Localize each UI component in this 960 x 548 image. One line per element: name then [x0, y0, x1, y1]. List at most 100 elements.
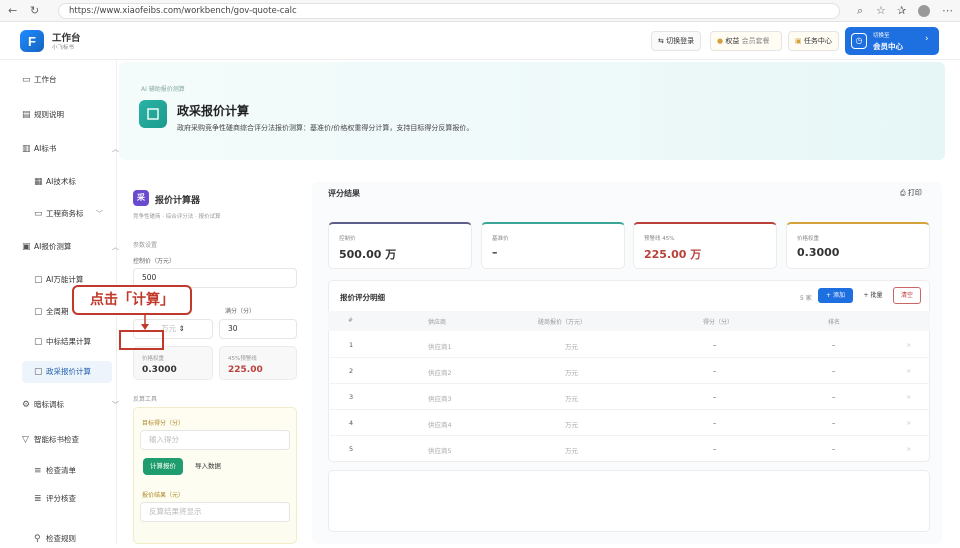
table-row: 3 供应商3 万元 – – ×	[328, 384, 930, 410]
task-center-button[interactable]: ▣ 任务中心	[788, 31, 839, 51]
url-text: https://www.xiaofeibs.com/workbench/gov-…	[69, 6, 297, 16]
supplier-count: 5 家	[800, 295, 812, 302]
table-row: 1 供应商1 万元 – – ×	[328, 332, 930, 358]
profile-avatar[interactable]	[918, 5, 930, 17]
doc-icon: ▤	[22, 110, 31, 120]
delete-icon[interactable]: ×	[906, 419, 911, 427]
svg-text:F: F	[28, 34, 36, 49]
annotation-highlight-box	[119, 330, 164, 350]
price-input[interactable]: 万元	[565, 367, 578, 377]
col-header-score: 得分（分）	[703, 319, 734, 326]
sidebar-item-engineering[interactable]: ▭ 工程商务标 ﹀	[34, 205, 117, 223]
sidebar-item-rules[interactable]: ▤ 规则说明	[22, 106, 64, 124]
stat-value: 225.00 万	[644, 248, 702, 261]
chevron-right-icon: ›	[925, 34, 929, 44]
sidebar-item-workbench[interactable]: ▭ 工作台	[22, 71, 57, 89]
stat-card-warn: 预警线 45% 225.00 万	[633, 222, 777, 269]
list-icon: ≡	[34, 466, 42, 476]
warn-value: 225.00	[228, 365, 263, 375]
col-header-rank: 排名	[828, 319, 841, 326]
calc-subtitle: 竞争性磋商 · 综合评分法 · 报价试算	[133, 214, 221, 220]
favorites-icon[interactable]: ✰	[897, 4, 906, 17]
sidebar-item-gov-quote[interactable]: ▢ 政采报价计算	[22, 361, 112, 383]
col-header-price: 磋商报价（万元）	[538, 319, 587, 326]
file-icon: ▥	[22, 144, 31, 154]
target-score-input[interactable]: 输入得分	[140, 430, 290, 450]
task-icon: ▣	[795, 37, 802, 45]
sidebar-item-score-check[interactable]: ≣ 评分核查	[34, 490, 76, 508]
gear-icon: ⚙	[22, 400, 31, 410]
delete-icon[interactable]: ×	[906, 393, 911, 401]
chart-card	[328, 470, 930, 532]
sidebar-item-check-rules[interactable]: ⚲ 检查规则	[34, 530, 76, 548]
compute-quote-button[interactable]: 计算报价	[143, 458, 183, 475]
square-icon: ▢	[34, 367, 43, 377]
annotation-arrow-icon	[140, 315, 150, 330]
stat-value: 500.00 万	[339, 248, 397, 261]
table-title: 报价评分明细	[340, 293, 385, 302]
stat-card-weight: 价格权重 0.3000	[786, 222, 930, 269]
perm-button[interactable]: ● 权益 会员套餐	[710, 31, 782, 51]
table-row: 5 供应商5 万元 – – ×	[349, 445, 912, 455]
sidebar-item-ai-tech[interactable]: ▦ AI技术标	[34, 173, 76, 191]
hero-description: 政府采购竞争性磋商综合评分法报价测算：基准价/价格权重得分计算，支持目标得分反算…	[177, 124, 474, 132]
monitor-icon: ▭	[22, 75, 31, 85]
import-data-button[interactable]: 导入数据	[188, 458, 228, 475]
sidebar-item-dark-bid[interactable]: ⚙ 暗标调标 ﹀	[22, 396, 119, 414]
switch-icon: ⇆	[658, 37, 664, 45]
sidebar-item-lifecycle[interactable]: ▢ 全周期	[34, 303, 69, 321]
star-icon[interactable]: ☆	[876, 4, 886, 17]
reverse-title: 反算工具	[133, 396, 158, 403]
chevron-up-icon: ︿	[112, 243, 119, 251]
pin-icon: ⚲	[34, 534, 41, 544]
member-icon: ◷	[851, 33, 867, 49]
sidebar-item-smart-check[interactable]: ▽ 智能标书检查	[22, 431, 79, 449]
sidebar-item-ai-quote[interactable]: ▣ AI报价测算 ︿	[22, 238, 119, 256]
app-subtitle: 小飞标书	[52, 45, 75, 51]
sidebar-item-checklist[interactable]: ≡ 检查清单	[34, 462, 76, 480]
supplier-input[interactable]: 供应商1	[428, 341, 452, 351]
zoom-icon[interactable]: ⌕	[857, 4, 863, 18]
sidebar-item-ai-bid[interactable]: ▥ AI标书 ︿	[22, 140, 119, 158]
batch-add-button[interactable]: + 批量	[858, 288, 888, 303]
price-input[interactable]: 万元	[565, 445, 578, 455]
supplier-input[interactable]: 供应商3	[428, 393, 452, 403]
chevron-down-icon: ﹀	[112, 401, 119, 409]
full-score-input[interactable]: 30	[219, 319, 297, 339]
app-header: F 工作台 小飞标书 ⇆ 切换登录 ● 权益 会员套餐 ▣ 任务中心 ◷ 切换至…	[0, 22, 960, 60]
stack-icon: ≣	[34, 494, 42, 504]
sidebar-item-award-calc[interactable]: ▢ 中标结果计算	[34, 333, 91, 351]
table-row: 4 供应商4 万元 – – ×	[328, 410, 930, 436]
switch-login-button[interactable]: ⇆ 切换登录	[651, 31, 702, 51]
calc-badge: 采	[133, 190, 149, 206]
price-input[interactable]: 万元	[565, 393, 578, 403]
back-icon[interactable]: ←	[8, 4, 17, 17]
weight-card: 价格权重 0.3000	[133, 346, 213, 380]
printer-icon: ⎙	[900, 189, 906, 197]
stepper-icon: ⇕	[178, 324, 185, 333]
reload-icon[interactable]: ↻	[30, 4, 39, 17]
price-input[interactable]: 万元	[565, 419, 578, 429]
member-center-button[interactable]: ◷ 切换至 会员中心 ›	[845, 27, 939, 55]
folder-icon: ▭	[34, 209, 43, 219]
address-bar[interactable]: https://www.xiaofeibs.com/workbench/gov-…	[58, 3, 840, 19]
delete-icon[interactable]: ×	[906, 367, 911, 375]
warn-card: 45%预警线 225.00	[219, 346, 297, 380]
app-title: 工作台	[52, 33, 81, 44]
filter-icon: ▽	[22, 435, 29, 445]
grid-icon: ▦	[34, 177, 43, 187]
clear-button[interactable]: 清空	[893, 287, 921, 304]
supplier-input[interactable]: 供应商5	[428, 445, 452, 455]
more-icon[interactable]: ⋯	[942, 4, 953, 17]
delete-icon[interactable]: ×	[906, 445, 911, 453]
supplier-input[interactable]: 供应商4	[428, 419, 452, 429]
add-row-button[interactable]: + 添加	[818, 288, 853, 303]
print-button[interactable]: ⎙ 打印	[900, 188, 922, 198]
hero-banner: AI 辅助报价测算 政采报价计算 政府采购竞争性磋商综合评分法报价测算：基准价/…	[119, 62, 945, 160]
supplier-input[interactable]: 供应商2	[428, 367, 452, 377]
price-input[interactable]: 万元	[565, 341, 578, 351]
delete-icon[interactable]: ×	[906, 341, 911, 349]
reverse-tool-card: 目标得分（分） 输入得分 计算报价 导入数据 报价结果（元） 反算结果将显示	[133, 407, 297, 544]
calc-icon	[139, 100, 167, 128]
control-price-label: 控制价（万元）	[133, 258, 176, 265]
